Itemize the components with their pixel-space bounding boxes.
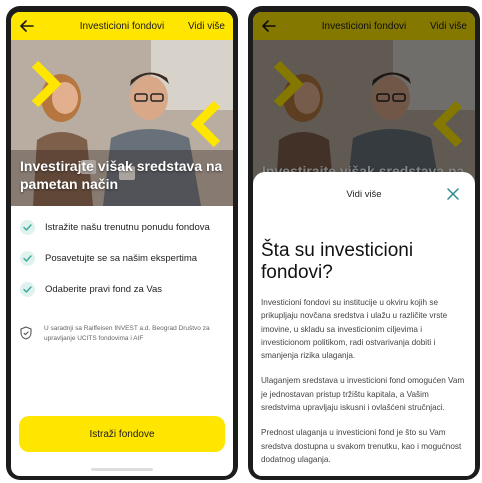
- phone-info-sheet: Investicioni fondovi Vidi više Investira…: [248, 6, 480, 480]
- explore-funds-button[interactable]: Istraži fondove: [19, 416, 225, 452]
- sheet-paragraph: Ulaganjem sredstava u investicioni fond …: [261, 376, 465, 413]
- check-icon: [20, 282, 35, 297]
- partner-note: U saradnji sa Raiffeisen INVEST a.d. Beo…: [20, 324, 225, 344]
- sheet-heading: Šta su investicioni fondovi?: [261, 240, 414, 283]
- hero-banner: Investirajte višak sredstava na pametan …: [11, 40, 233, 206]
- phone-main-screen: Investicioni fondovi Vidi više Investira…: [6, 6, 238, 480]
- sheet-title: Vidi više: [346, 188, 382, 200]
- list-item: Posavetujte se sa našim ekspertima: [11, 243, 233, 274]
- sheet-header: Vidi više: [261, 172, 467, 216]
- feature-label: Posavetujte se sa našim ekspertima: [45, 253, 198, 264]
- partner-note-text: U saradnji sa Raiffeisen INVEST a.d. Beo…: [44, 325, 210, 342]
- check-icon: [20, 220, 35, 235]
- feature-label: Istražite našu trenutnu ponudu fondova: [45, 222, 210, 233]
- bottom-sheet: Vidi više Šta su investicioni fondovi? I…: [253, 172, 475, 476]
- top-bar: Investicioni fondovi Vidi više: [11, 12, 233, 40]
- check-icon: [20, 251, 35, 266]
- list-item: Istražite našu trenutnu ponudu fondova: [11, 212, 233, 243]
- sheet-paragraph: Prednost ulaganja u investicioni fond je…: [261, 428, 462, 464]
- close-icon[interactable]: [447, 187, 461, 201]
- home-indicator: [91, 468, 153, 471]
- shield-check-icon: [20, 326, 34, 340]
- list-item: Odaberite pravi fond za Vas: [11, 274, 233, 305]
- info-screen: Investicioni fondovi Vidi više Investira…: [253, 12, 475, 476]
- main-screen: Investicioni fondovi Vidi više Investira…: [11, 12, 233, 476]
- see-more-link[interactable]: Vidi više: [188, 21, 225, 32]
- feature-label: Odaberite pravi fond za Vas: [45, 284, 163, 295]
- sheet-paragraph: Investicioni fondovi su institucije u ok…: [261, 298, 448, 361]
- back-arrow-icon[interactable]: [19, 18, 35, 34]
- feature-list: Istražite našu trenutnu ponudu fondova P…: [11, 212, 233, 305]
- hero-title: Investirajte višak sredstava na pametan …: [20, 158, 223, 192]
